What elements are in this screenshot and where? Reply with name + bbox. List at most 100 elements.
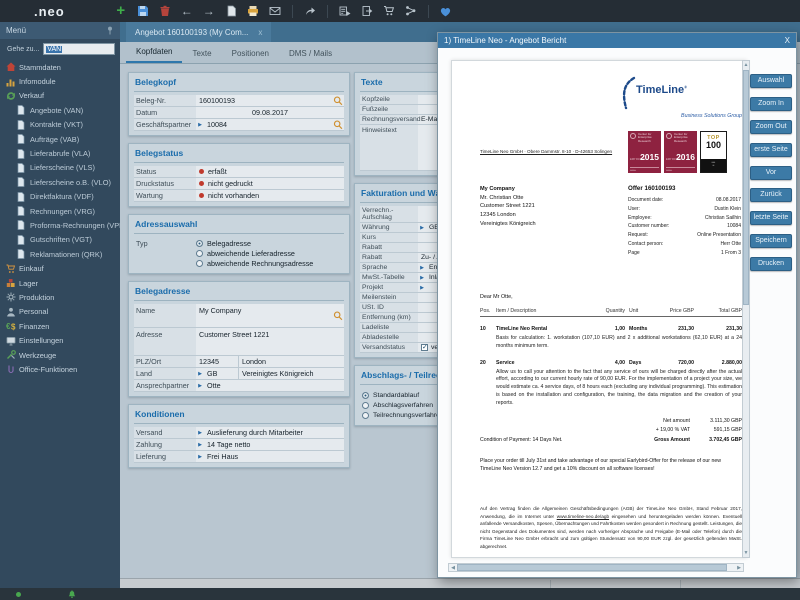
chevron-right-icon[interactable]: ▶ (418, 283, 426, 292)
geschaeftspartner-input[interactable]: 10084 (204, 119, 331, 130)
sidebar-item-finanzen[interactable]: €$ Finanzen (0, 319, 120, 333)
share-nodes-icon[interactable] (403, 3, 419, 19)
auswahl-button[interactable]: Auswahl (750, 74, 792, 88)
first-page-button[interactable]: erste Seite (750, 143, 792, 157)
chevron-right-icon[interactable]: ▶ (418, 273, 426, 282)
email-icon[interactable] (267, 3, 283, 19)
name-input[interactable]: My Company (196, 304, 331, 327)
chevron-right-icon[interactable]: ▶ (418, 223, 426, 232)
document-tab[interactable]: Angebot 160100193 (My Com... x (126, 22, 271, 42)
search-icon[interactable] (331, 95, 344, 106)
delete-icon[interactable] (157, 3, 173, 19)
sidebar-item-einstellungen[interactable]: Einstellungen (0, 333, 120, 347)
sidebar-item-stammdaten[interactable]: Stammdaten (0, 60, 120, 74)
cart-icon[interactable] (381, 3, 397, 19)
sidebar-item-personal[interactable]: Personal (0, 305, 120, 319)
datum-input[interactable]: 09.08.2017 (196, 107, 344, 118)
chevron-right-icon[interactable]: ▶ (196, 119, 204, 130)
last-page-button[interactable]: letzte Seite (750, 211, 792, 225)
scroll-down-icon[interactable]: ▼ (743, 549, 749, 557)
land-code-input[interactable]: GB (204, 368, 238, 379)
gross-amount-row: Condition of Payment: 14 Days Net. Gross… (480, 436, 742, 445)
zoom-in-button[interactable]: Zoom In (750, 97, 792, 111)
sidebar-item-auftraege-vab[interactable]: Aufträge (VAB) (0, 132, 120, 146)
chevron-right-icon[interactable]: ▶ (418, 263, 426, 272)
scroll-up-icon[interactable]: ▲ (743, 61, 749, 69)
radio-icon[interactable] (196, 250, 203, 257)
radio-abweichende-rechnungsadresse[interactable]: abweichende Rechnungsadresse (196, 258, 344, 268)
checkbox-checked-icon[interactable]: ✓ (421, 344, 428, 351)
forward-icon[interactable]: → (201, 3, 217, 19)
tab-kopfdaten[interactable]: Kopfdaten (126, 43, 182, 63)
sidebar-item-reklamationen-qrk[interactable]: Reklamationen (QRK) (0, 247, 120, 261)
beleg-nr-input[interactable]: 160100193 (196, 95, 331, 106)
radio-icon[interactable] (362, 402, 369, 409)
sidebar-item-office-funktionen[interactable]: Office-Funktionen (0, 362, 120, 376)
search-icon[interactable] (331, 304, 344, 327)
export-table-icon[interactable] (337, 3, 353, 19)
sidebar-item-lieferabrufe-vla[interactable]: Lieferabrufe (VLA) (0, 146, 120, 160)
radio-belegadresse[interactable]: Belegadresse (196, 238, 344, 248)
vertical-scroll-thumb[interactable] (743, 70, 749, 305)
radio-selected-icon[interactable] (362, 392, 369, 399)
support-icon[interactable] (438, 3, 454, 19)
zoom-out-button[interactable]: Zoom Out (750, 120, 792, 134)
chevron-right-icon[interactable]: ▶ (196, 439, 204, 450)
back-button[interactable]: Zurück (750, 188, 792, 202)
lieferung-input[interactable]: Frei Haus (204, 451, 344, 462)
sidebar-item-werkzeuge[interactable]: Werkzeuge (0, 348, 120, 362)
goto-row: Gehe zu... VAN (0, 39, 120, 60)
sidebar-item-angebote-van[interactable]: Angebote (VAN) (0, 103, 120, 117)
vertical-scrollbar[interactable]: ▲ ▼ (742, 60, 750, 558)
close-icon[interactable]: X (785, 36, 790, 45)
print-button[interactable]: Drucken (750, 257, 792, 271)
chevron-right-icon[interactable]: ▶ (196, 368, 204, 379)
adresse-input[interactable]: Customer Street 1221 (196, 328, 344, 355)
tab-dms-mails[interactable]: DMS / Mails (279, 45, 342, 63)
sidebar-item-direktfaktura-vdf[interactable]: Direktfaktura (VDF) (0, 190, 120, 204)
pin-icon[interactable] (106, 26, 114, 35)
horizontal-scroll-thumb[interactable] (457, 564, 727, 571)
goto-input[interactable]: VAN (43, 43, 115, 55)
sidebar-item-einkauf[interactable]: Einkauf (0, 261, 120, 275)
horizontal-scrollbar[interactable]: ◀ ▶ (448, 563, 744, 572)
radio-icon[interactable] (362, 412, 369, 419)
sidebar-item-infomodule[interactable]: Infomodule (0, 74, 120, 88)
ansprechpartner-input[interactable]: Otte (204, 380, 344, 391)
radio-icon[interactable] (196, 260, 203, 267)
search-icon[interactable] (331, 119, 344, 130)
sidebar-item-kontrakte-vkt[interactable]: Kontrakte (VKT) (0, 118, 120, 132)
forward-button[interactable]: Vor (750, 166, 792, 180)
sidebar-item-lieferscheine-ob-vlo[interactable]: Lieferscheine o.B. (VLO) (0, 175, 120, 189)
sidebar-item-lager[interactable]: Lager (0, 276, 120, 290)
back-icon[interactable]: ← (179, 3, 195, 19)
new-icon[interactable]: + (113, 3, 129, 19)
zahlung-input[interactable]: 14 Tage netto (204, 439, 344, 450)
close-tab-icon[interactable]: x (258, 28, 262, 37)
tab-positionen[interactable]: Positionen (222, 45, 279, 63)
sidebar-item-gutschriften-vgt[interactable]: Gutschriften (VGT) (0, 233, 120, 247)
chevron-right-icon[interactable]: ▶ (196, 451, 204, 462)
notification-bell-icon[interactable] (67, 589, 77, 599)
share-icon[interactable] (302, 3, 318, 19)
export-document-icon[interactable] (359, 3, 375, 19)
ort-input[interactable]: London (238, 356, 344, 367)
sidebar-item-verkauf[interactable]: Verkauf (0, 89, 120, 103)
sidebar-item-lieferscheine-vls[interactable]: Lieferscheine (VLS) (0, 161, 120, 175)
chevron-right-icon[interactable]: ▶ (196, 427, 204, 438)
save-icon[interactable] (135, 3, 151, 19)
radio-selected-icon[interactable] (196, 240, 203, 247)
plz-input[interactable]: 12345 (196, 356, 238, 367)
copy-document-icon[interactable] (223, 3, 239, 19)
radio-abweichende-lieferadresse[interactable]: abweichende Lieferadresse (196, 248, 344, 258)
sidebar-item-proforma-rechnungen-vpr[interactable]: Proforma-Rechnungen (VPR) (0, 218, 120, 232)
sidebar-item-produktion[interactable]: Produktion (0, 290, 120, 304)
versand-input[interactable]: Auslieferung durch Mitarbeiter (204, 427, 344, 438)
save-button[interactable]: Speichern (750, 234, 792, 248)
sidebar-item-rechnungen-vrg[interactable]: Rechnungen (VRG) (0, 204, 120, 218)
chevron-right-icon[interactable]: ▶ (196, 380, 204, 391)
scroll-left-icon[interactable]: ◀ (449, 564, 457, 571)
tab-texte[interactable]: Texte (182, 45, 221, 63)
scroll-right-icon[interactable]: ▶ (735, 564, 743, 571)
print-icon[interactable] (245, 3, 261, 19)
